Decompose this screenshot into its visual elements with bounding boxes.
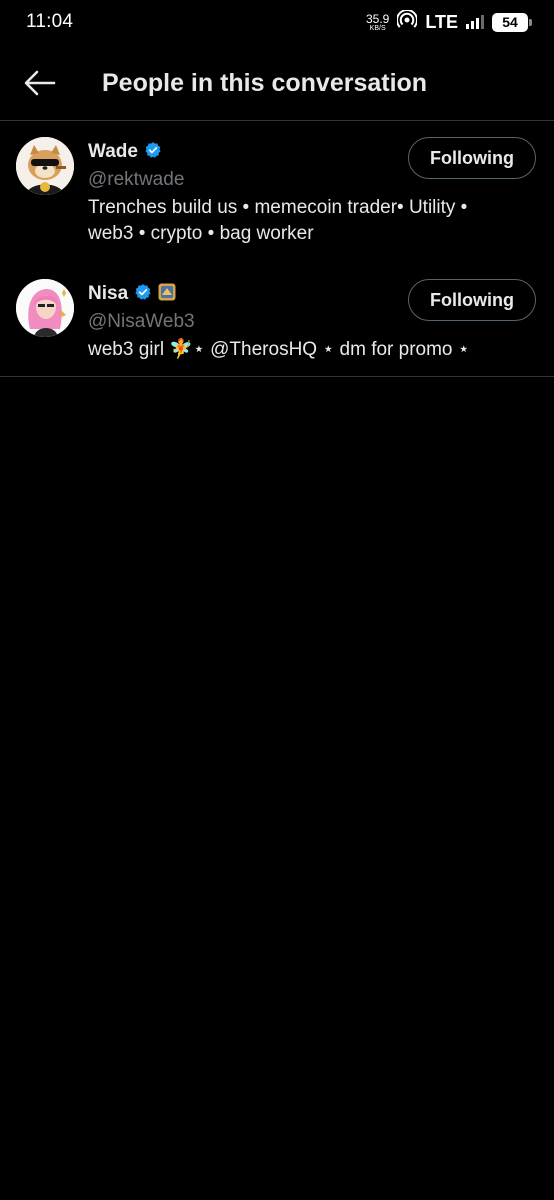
signal-icon: [466, 15, 484, 29]
battery-level: 54: [502, 14, 518, 30]
page-title: People in this conversation: [102, 68, 428, 97]
display-name[interactable]: Nisa: [88, 283, 128, 305]
avatar[interactable]: [16, 137, 74, 195]
network-type: LTE: [425, 11, 458, 32]
user-bio: web3 girl 🧚⋆ @TherosHQ ⋆ dm for promo ⋆: [88, 339, 470, 360]
display-name[interactable]: Wade: [88, 141, 138, 163]
user-bio: Trenches build us • memecoin trader• Uti…: [88, 197, 468, 244]
battery-icon: 54: [492, 12, 532, 32]
following-button[interactable]: Following: [408, 137, 536, 179]
network-speed-value: 35.9: [365, 11, 390, 26]
back-button[interactable]: [10, 53, 70, 113]
verified-badge-icon: [134, 283, 152, 306]
verified-badge-icon: [144, 141, 162, 164]
back-arrow-icon: [24, 70, 56, 96]
app-header: People in this conversation: [0, 52, 554, 114]
network-speed-unit: KB/S: [369, 24, 386, 32]
list-item[interactable]: Wade @rektwade Trenches build us • memec…: [0, 121, 554, 263]
status-bar: 11:04 35.9 KB/S LTE 54: [0, 0, 554, 44]
status-icons: 35.9 KB/S LTE 54: [366, 8, 532, 35]
people-list: Wade @rektwade Trenches build us • memec…: [0, 121, 554, 377]
status-time: 11:04: [26, 11, 74, 32]
following-button[interactable]: Following: [408, 279, 536, 321]
network-speed: 35.9 KB/S: [366, 13, 389, 32]
hotspot-icon: [396, 8, 419, 35]
avatar[interactable]: [16, 279, 74, 337]
list-item[interactable]: Nisa @NisaWeb3 web3 girl 🧚⋆ @TherosHQ ⋆ …: [0, 263, 554, 377]
affiliate-badge-icon[interactable]: [158, 283, 176, 306]
